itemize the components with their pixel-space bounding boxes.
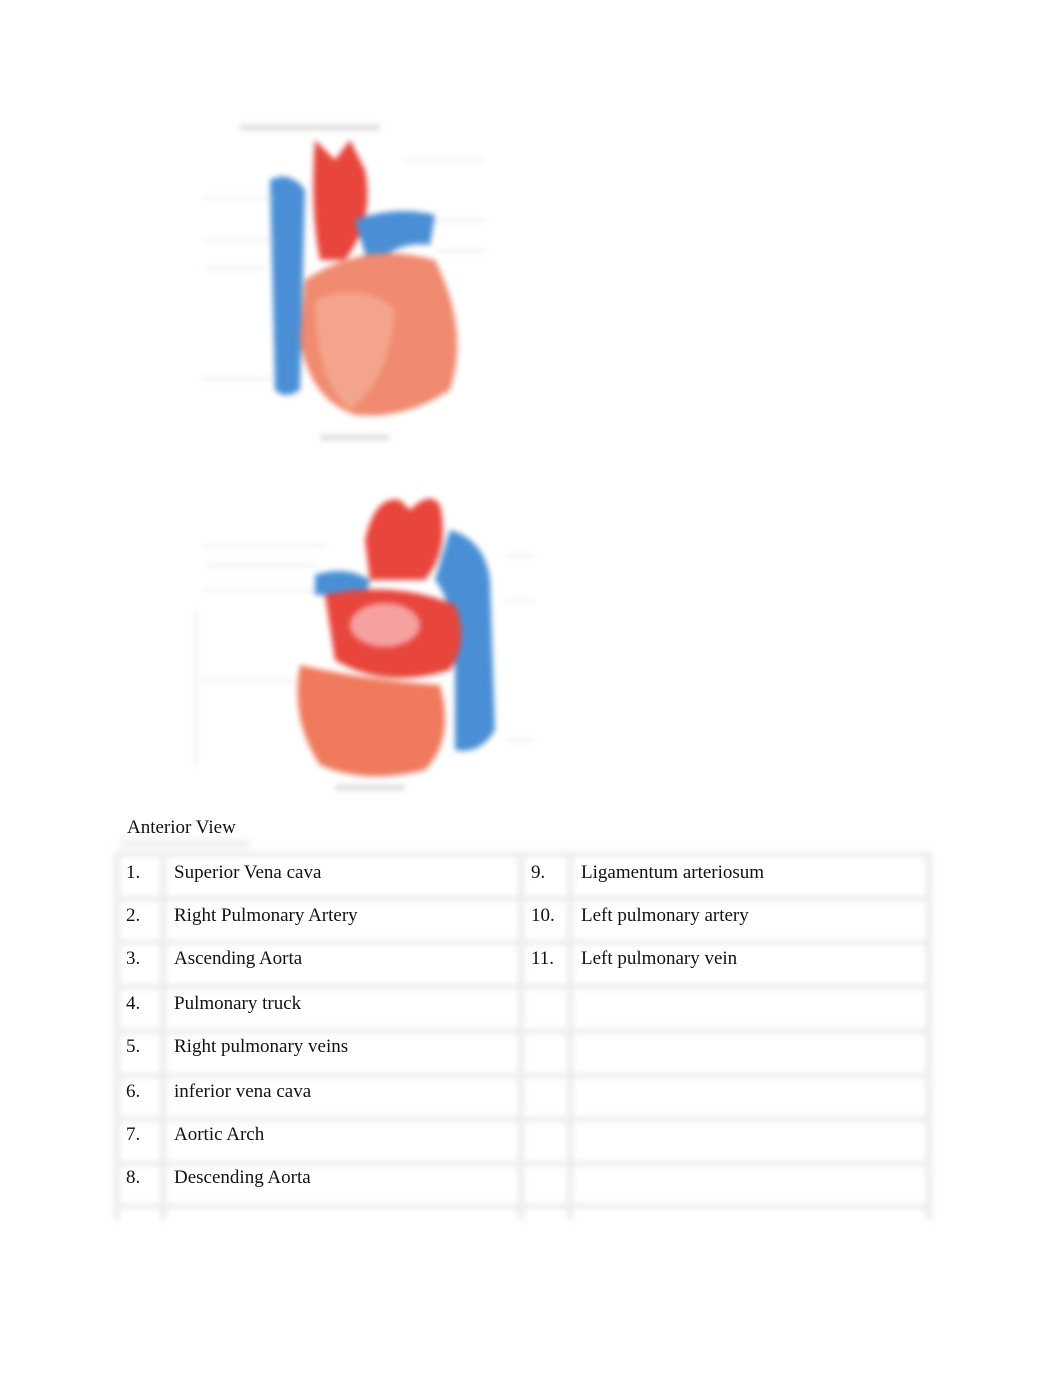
item-label: Left pulmonary vein [581, 948, 738, 969]
table-row: 8. Descending Aorta [114, 1157, 932, 1200]
leader-line [200, 680, 295, 681]
leader-line [505, 740, 535, 741]
leader-line [405, 160, 485, 161]
vena-cava [270, 176, 305, 395]
caption-shadow [120, 840, 250, 848]
leader-line [435, 250, 485, 251]
item-label: Descending Aorta [174, 1167, 311, 1188]
leader-line [505, 555, 535, 556]
atrium-highlight [350, 603, 420, 647]
aorta [313, 140, 368, 260]
leader-line [505, 600, 535, 601]
leader-line [205, 545, 325, 546]
item-number: 8. [126, 1167, 141, 1188]
heart-illustration [270, 140, 458, 416]
leader-line [205, 565, 315, 566]
heart-anterior-diagram [195, 110, 495, 450]
item-number: 5. [126, 1036, 141, 1057]
heart-posterior-diagram [185, 480, 545, 800]
item-label: Ascending Aorta [174, 948, 303, 969]
table-row: 6. inferior vena cava [114, 1071, 932, 1114]
item-number: 2. [126, 905, 141, 926]
blurred-label [335, 785, 405, 790]
table-row: 3. Ascending Aorta 11. Left pulmonary vein [114, 938, 932, 981]
table-row: 1. Superior Vena cava 9. Ligamentum arterio… [114, 852, 932, 895]
leader-line [205, 590, 315, 591]
aortic-arch [365, 498, 443, 580]
item-number: 7. [126, 1124, 141, 1145]
item-number: 9. [531, 862, 546, 883]
item-label: Right Pulmonary Artery [174, 905, 358, 926]
item-label: Left pulmonary artery [581, 905, 749, 926]
item-number: 1. [126, 862, 141, 883]
labels-table: 1. Superior Vena cava 9. Ligamentum arterio… [114, 852, 932, 1220]
item-number: 3. [126, 948, 141, 969]
leader-bracket [195, 610, 196, 765]
item-label: Right pulmonary veins [174, 1036, 349, 1057]
item-label: Aortic Arch [174, 1124, 265, 1145]
blurred-label [240, 125, 380, 130]
item-label: Superior Vena cava [174, 862, 322, 883]
item-number: 4. [126, 993, 141, 1014]
item-label: inferior vena cava [174, 1081, 312, 1102]
leader-line [205, 198, 275, 199]
heart-illustration [297, 498, 495, 777]
item-label: Pulmonary truck [174, 993, 302, 1014]
table-row: 4. Pulmonary truck [114, 983, 932, 1026]
ventricles [297, 665, 445, 777]
leader-line [435, 220, 485, 221]
table-row: 7. Aortic Arch [114, 1114, 932, 1157]
item-number: 10. [531, 905, 555, 926]
leader-line [200, 378, 270, 379]
leader-line [205, 268, 265, 269]
item-number: 11. [531, 948, 555, 969]
item-label: Ligamentum arteriosum [581, 862, 765, 883]
leader-line [205, 240, 275, 241]
figure-caption: Anterior View [127, 817, 236, 838]
blurred-label [320, 435, 390, 440]
table-row: 5. Right pulmonary veins [114, 1026, 932, 1069]
item-number: 6. [126, 1081, 141, 1102]
table-row: 2. Right Pulmonary Artery 10. Left pulmonar… [114, 895, 932, 938]
